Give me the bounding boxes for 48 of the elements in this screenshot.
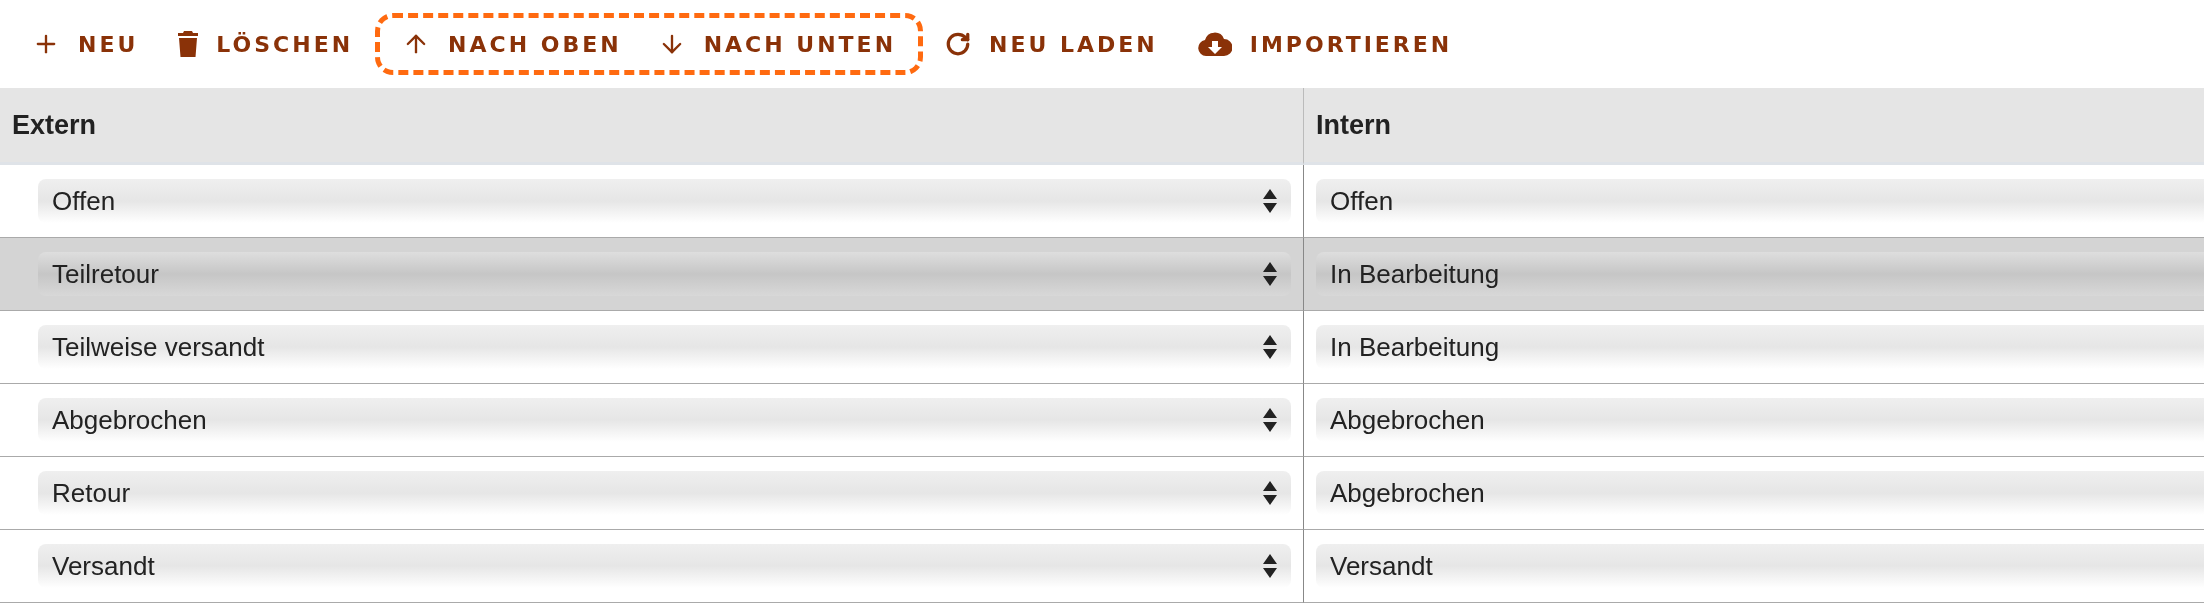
toolbar-button[interactable]: IMPORTIEREN — [1179, 21, 1471, 67]
trash-icon — [178, 31, 199, 57]
select-value: Offen — [52, 185, 116, 217]
table-cell[interactable]: Offen — [1303, 165, 2204, 238]
status-select[interactable]: Abgebrochen — [1316, 398, 2204, 442]
select-value: Teilretour — [52, 258, 159, 290]
status-select[interactable]: Teilretour — [38, 252, 1291, 296]
updown-icon — [1263, 481, 1277, 505]
cloud-download-icon — [1197, 32, 1232, 56]
table-cell[interactable]: Abgebrochen — [1303, 384, 2204, 457]
status-select[interactable]: Retour — [38, 471, 1291, 515]
column-header: Intern — [1303, 88, 2204, 165]
toolbar-button[interactable]: NACH UNTEN — [639, 20, 915, 68]
toolbar-button[interactable]: NEU — [14, 20, 157, 68]
select-value: In Bearbeitung — [1330, 331, 1500, 363]
status-select[interactable]: In Bearbeitung — [1316, 252, 2204, 296]
select-value: Versandt — [52, 550, 155, 582]
table-cell[interactable]: Teilretour — [0, 238, 1303, 311]
status-select[interactable]: Abgebrochen — [1316, 471, 2204, 515]
toolbar-button[interactable]: NACH OBEN — [384, 20, 640, 68]
table-cell[interactable]: Versandt — [1303, 530, 2204, 603]
select-value: Abgebrochen — [1330, 404, 1485, 436]
select-value: Abgebrochen — [52, 404, 207, 436]
updown-icon — [1263, 189, 1277, 213]
updown-icon — [1263, 335, 1277, 359]
select-value: Offen — [1330, 185, 1394, 217]
status-select[interactable]: Offen — [38, 179, 1291, 223]
updown-icon — [1263, 554, 1277, 578]
reload-icon — [945, 31, 972, 57]
updown-icon — [1263, 408, 1277, 432]
select-value: Versandt — [1330, 550, 1433, 582]
status-select[interactable]: Teilweise versandt — [38, 325, 1291, 369]
select-value: Teilweise versandt — [52, 331, 265, 363]
column-header: Extern — [0, 88, 1303, 165]
updown-icon — [1263, 262, 1277, 286]
status-select[interactable]: Abgebrochen — [38, 398, 1291, 442]
select-value: Abgebrochen — [1330, 477, 1485, 509]
status-select[interactable]: Versandt — [38, 544, 1291, 588]
status-select[interactable]: Versandt — [1316, 544, 2204, 588]
status-select[interactable]: Offen — [1316, 179, 2204, 223]
status-select[interactable]: In Bearbeitung — [1316, 325, 2204, 369]
table-cell[interactable]: In Bearbeitung — [1303, 238, 2204, 311]
toolbar-button[interactable]: NEU LADEN — [927, 21, 1176, 67]
toolbar-button[interactable]: LÖSCHEN — [160, 21, 372, 67]
table-cell[interactable]: Abgebrochen — [1303, 457, 2204, 530]
select-value: Retour — [52, 477, 131, 509]
table-cell[interactable]: In Bearbeitung — [1303, 311, 2204, 384]
select-value: In Bearbeitung — [1330, 258, 1500, 290]
